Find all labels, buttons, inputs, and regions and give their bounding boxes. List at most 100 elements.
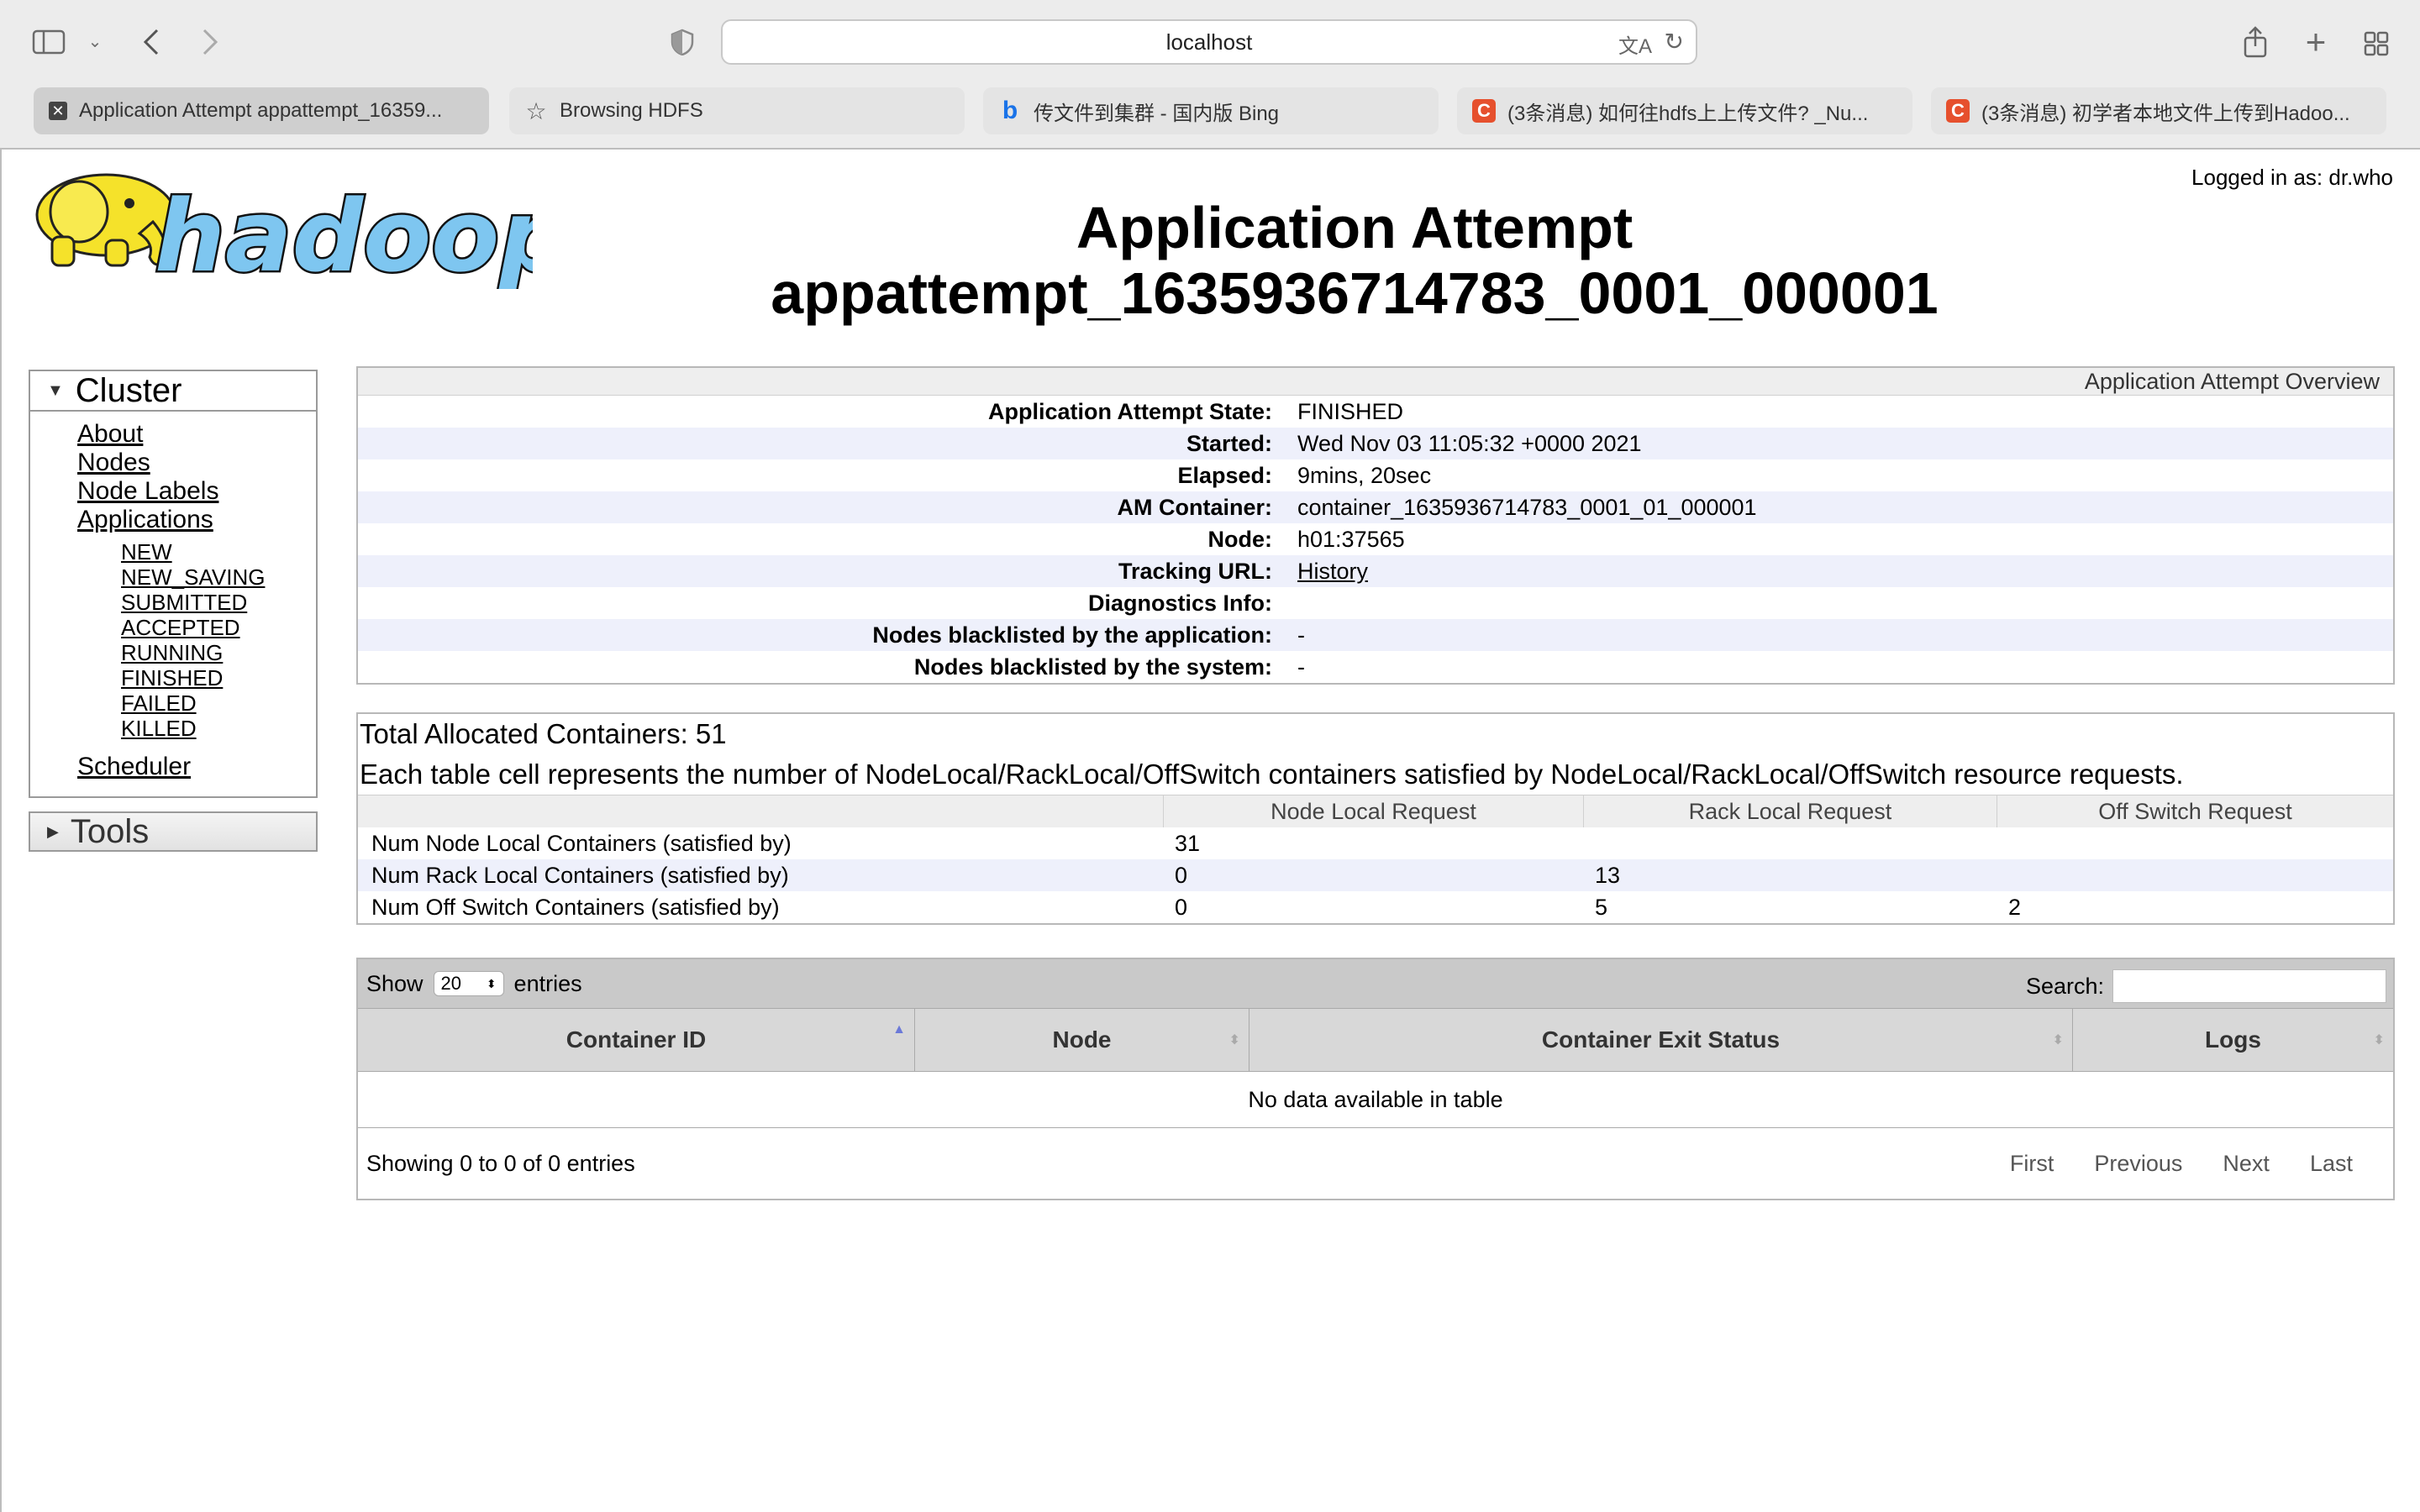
- summary-table: Node Local Request Rack Local Request Of…: [358, 795, 2393, 923]
- table-header-row: Container ID ▲ Node ⬍ Container Exit Statu…: [358, 1008, 2393, 1072]
- summary-cell: 31: [1175, 830, 1201, 856]
- overview-key: Application Attempt State:: [987, 398, 1272, 424]
- sidebar-item-applications[interactable]: Applications: [77, 506, 316, 534]
- app-state-finished[interactable]: FINISHED: [121, 665, 316, 690]
- entries-label: entries: [513, 970, 582, 996]
- tab-overview-icon[interactable]: [2360, 27, 2393, 60]
- csdn-icon: C: [1472, 99, 1496, 123]
- overview-key: Nodes blacklisted by the system:: [913, 654, 1272, 680]
- overview-key: Tracking URL:: [1118, 558, 1272, 584]
- forward-icon[interactable]: [193, 25, 227, 59]
- pagination: First Previous Next Last: [1990, 1151, 2373, 1177]
- tracking-url-link[interactable]: History: [1297, 559, 1368, 584]
- overview-value: -: [1297, 622, 1305, 648]
- summary-column-header: Node Local Request: [1163, 795, 1583, 827]
- overview-value: h01:37565: [1297, 526, 1405, 552]
- column-logs[interactable]: Logs ⬍: [2072, 1009, 2393, 1071]
- show-label: Show: [366, 970, 424, 996]
- hadoop-logo[interactable]: hadoop: [29, 163, 533, 289]
- search-input[interactable]: [2112, 969, 2386, 1003]
- tab-title: 传文件到集群 - 国内版 Bing: [1034, 102, 1280, 125]
- overview-row: Node: h01:37565: [358, 523, 2393, 555]
- overview-key: Started:: [1186, 430, 1272, 456]
- page-title: Application Attempt appattempt_163593671…: [472, 195, 2237, 326]
- star-icon: ☆: [525, 97, 547, 124]
- summary-cell: 13: [1595, 862, 1621, 888]
- browser-chrome: ⌄ localhost 文A ↻ + ✕ Application Attempt…: [0, 0, 2420, 148]
- column-exit-status[interactable]: Container Exit Status ⬍: [1249, 1009, 2072, 1071]
- last-page-button[interactable]: Last: [2290, 1151, 2373, 1177]
- summary-cell: 2: [2008, 894, 2022, 920]
- sidebar-item-scheduler[interactable]: Scheduler: [77, 753, 316, 781]
- search-label: Search:: [2025, 973, 2104, 999]
- address-bar[interactable]: localhost 文A ↻: [721, 19, 1697, 65]
- app-state-new[interactable]: NEW: [121, 539, 316, 564]
- translate-icon[interactable]: 文A: [1618, 29, 1652, 59]
- summary-cell: Num Rack Local Containers (satisfied by): [371, 862, 789, 888]
- tools-header[interactable]: ▶ Tools: [30, 813, 316, 850]
- search-group: Search:: [2026, 969, 2386, 1003]
- title-line-2: appattempt_1635936714783_0001_000001: [771, 260, 1939, 326]
- sort-both-icon: ⬍: [2052, 1033, 2064, 1047]
- table-info: Showing 0 to 0 of 0 entries: [366, 1150, 635, 1176]
- overview-value: FINISHED: [1297, 398, 1404, 424]
- overview-row: Diagnostics Info:: [358, 587, 2393, 619]
- sidebar-item-about[interactable]: About: [77, 420, 316, 449]
- csdn-icon: C: [1946, 99, 1970, 123]
- app-state-new-saving[interactable]: NEW_SAVING: [121, 564, 316, 590]
- chevron-down-icon[interactable]: ⌄: [84, 30, 106, 52]
- tab-bing[interactable]: b 传文件到集群 - 国内版 Bing: [983, 87, 1439, 134]
- table-footer: Showing 0 to 0 of 0 entries First Previo…: [358, 1128, 2393, 1199]
- sort-both-icon: ⬍: [1228, 1033, 1240, 1047]
- overview-key: Diagnostics Info:: [1087, 590, 1272, 616]
- triangle-right-icon: ▶: [47, 822, 59, 840]
- app-state-submitted[interactable]: SUBMITTED: [121, 590, 316, 615]
- close-icon[interactable]: ✕: [49, 102, 67, 120]
- app-state-running[interactable]: RUNNING: [121, 640, 316, 665]
- tab-csdn-2[interactable]: C (3条消息) 初学者本地文件上传到Hadoo...: [1931, 87, 2386, 134]
- sidebar-item-nodes[interactable]: Nodes: [77, 449, 316, 477]
- cluster-header[interactable]: ▼ Cluster: [30, 371, 316, 412]
- page: Logged in as: dr.who hadoop Application …: [0, 148, 2420, 1512]
- new-tab-icon[interactable]: +: [2299, 22, 2333, 61]
- previous-page-button[interactable]: Previous: [2074, 1151, 2202, 1177]
- next-page-button[interactable]: Next: [2202, 1151, 2290, 1177]
- sidebar-item-node-labels[interactable]: Node Labels: [77, 477, 316, 506]
- application-states: NEW NEW_SAVING SUBMITTED ACCEPTED RUNNIN…: [77, 539, 316, 741]
- tab-application-attempt[interactable]: ✕ Application Attempt appattempt_16359..…: [34, 87, 489, 134]
- empty-table-message: No data available in table: [358, 1072, 2393, 1128]
- page-size-select[interactable]: 20 ⬍: [433, 971, 504, 996]
- summary-row: Num Rack Local Containers (satisfied by)…: [358, 859, 2393, 891]
- column-node[interactable]: Node ⬍: [914, 1009, 1249, 1071]
- summary-cell: 0: [1175, 894, 1188, 920]
- share-icon[interactable]: [2238, 24, 2272, 60]
- summary-cell: Num Node Local Containers (satisfied by): [371, 830, 792, 856]
- first-page-button[interactable]: First: [1990, 1151, 2074, 1177]
- column-label: Container Exit Status: [1541, 1026, 1781, 1053]
- tools-label: Tools: [70, 812, 150, 850]
- privacy-shield-icon[interactable]: [667, 27, 697, 57]
- app-state-accepted[interactable]: ACCEPTED: [121, 615, 316, 640]
- column-container-id[interactable]: Container ID ▲: [358, 1009, 914, 1071]
- overview-row: Elapsed: 9mins, 20sec: [358, 459, 2393, 491]
- overview-value: 9mins, 20sec: [1297, 462, 1432, 488]
- bing-icon: b: [1002, 97, 1018, 124]
- tab-csdn-1[interactable]: C (3条消息) 如何往hdfs上上传文件? _Nu...: [1457, 87, 1912, 134]
- overview-value: -: [1297, 654, 1305, 680]
- sidebar-cluster: ▼ Cluster About Nodes Node Labels Applic…: [29, 370, 318, 798]
- tab-browsing-hdfs[interactable]: ☆ Browsing HDFS: [509, 87, 965, 134]
- sort-both-icon: ⬍: [2373, 1033, 2385, 1047]
- sort-ascending-icon: ▲: [892, 1022, 906, 1037]
- overview-row: Nodes blacklisted by the application: -: [358, 619, 2393, 651]
- address-text: localhost: [1165, 29, 1253, 55]
- app-state-killed[interactable]: KILLED: [121, 716, 316, 741]
- tab-title: (3条消息) 初学者本地文件上传到Hadoo...: [1981, 102, 2350, 125]
- reload-icon[interactable]: ↻: [1665, 28, 1684, 55]
- back-icon[interactable]: [134, 25, 168, 59]
- tab-title: Browsing HDFS: [560, 99, 703, 122]
- sidebar-tools: ▶ Tools: [29, 811, 318, 852]
- select-arrows-icon: ⬍: [486, 976, 497, 990]
- column-label: Logs: [2205, 1026, 2261, 1053]
- sidebar-toggle-icon[interactable]: [30, 25, 67, 59]
- app-state-failed[interactable]: FAILED: [121, 690, 316, 716]
